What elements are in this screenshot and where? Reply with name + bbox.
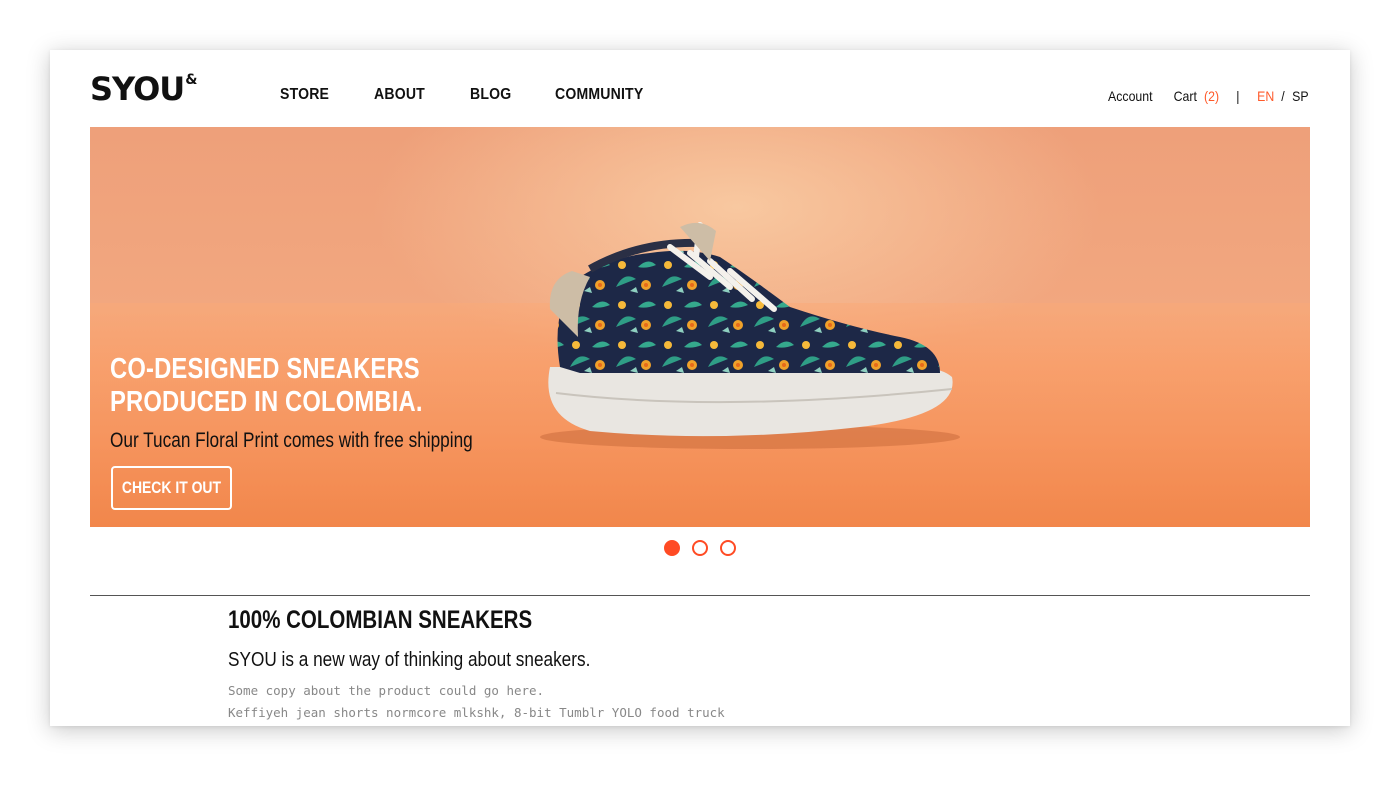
cart-count-badge[interactable]: (2)	[1204, 88, 1219, 104]
intro-lead: SYOU is a new way of thinking about snea…	[228, 649, 591, 671]
intro-section: 100% COLOMBIAN SNEAKERS SYOU is a new wa…	[228, 606, 725, 724]
intro-body-line2: Keffiyeh jean shorts normcore mlkshk, 8-…	[228, 705, 725, 720]
carousel-pagination	[664, 540, 748, 556]
nav-item-store[interactable]: STORE	[280, 86, 329, 104]
nav-item-about[interactable]: ABOUT	[374, 86, 425, 104]
page-card: SYOU & STORE ABOUT BLOG COMMUNITY Accoun…	[50, 50, 1350, 726]
hero-subtitle: Our Tucan Floral Print comes with free s…	[110, 429, 473, 452]
cta-label: CHECK IT OUT	[121, 478, 222, 497]
section-divider	[90, 595, 1310, 596]
hero-banner: CO-DESIGNED SNEAKERS PRODUCED IN COLOMBI…	[90, 127, 1310, 527]
intro-body-line1: Some copy about the product could go her…	[228, 683, 545, 698]
hero-title-line1: CO-DESIGNED SNEAKERS	[110, 353, 420, 385]
check-it-out-button[interactable]: CHECK IT OUT	[111, 466, 232, 510]
sneaker-image	[540, 222, 960, 449]
lang-separator: /	[1281, 88, 1286, 104]
cart-link[interactable]: Cart	[1173, 88, 1196, 104]
intro-body: Some copy about the product could go her…	[228, 680, 725, 724]
brand-logo[interactable]: SYOU &	[90, 70, 198, 108]
account-link[interactable]: Account	[1108, 88, 1153, 104]
carousel-dot-3[interactable]	[720, 540, 736, 556]
brand-name: SYOU	[90, 70, 185, 108]
nav-item-blog[interactable]: BLOG	[470, 86, 511, 104]
hero-copy: CO-DESIGNED SNEAKERS PRODUCED IN COLOMBI…	[110, 353, 552, 453]
utility-nav: Account Cart (2) | EN / SP	[1105, 88, 1310, 104]
carousel-dot-1[interactable]	[664, 540, 680, 556]
main-nav: STORE ABOUT BLOG COMMUNITY	[280, 86, 693, 104]
carousel-dot-2[interactable]	[692, 540, 708, 556]
utility-divider: |	[1236, 88, 1240, 104]
lang-en-link[interactable]: EN	[1257, 88, 1274, 104]
nav-item-community[interactable]: COMMUNITY	[555, 86, 643, 104]
intro-title: 100% COLOMBIAN SNEAKERS	[228, 606, 533, 634]
brand-mark: &	[185, 72, 198, 88]
hero-title-line2: PRODUCED IN COLOMBIA.	[110, 386, 423, 418]
lang-sp-link[interactable]: SP	[1292, 88, 1308, 104]
